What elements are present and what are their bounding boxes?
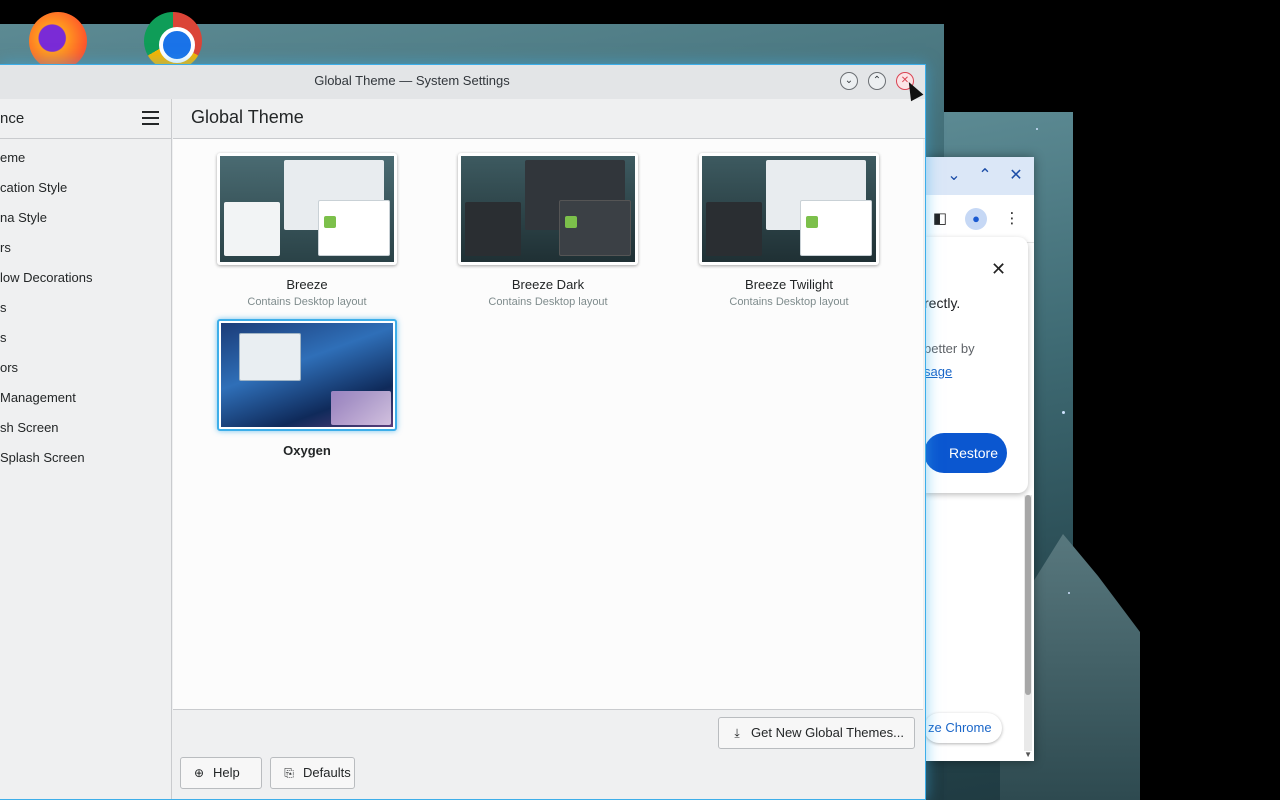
defaults-label: Defaults bbox=[303, 765, 351, 780]
footer: ⤓ Get New Global Themes... ⊕ Help ⎘ Default… bbox=[173, 709, 923, 799]
theme-name: Oxygen bbox=[283, 443, 331, 458]
chrome-window: ⌄ ⌃ ✕ ◧ ● ⋮ ✕ rectly. better by sage Res… bbox=[924, 157, 1034, 761]
chevron-down-icon[interactable]: ⌄ bbox=[942, 164, 966, 188]
sidebar-header-label: nce bbox=[0, 110, 25, 127]
theme-name: Breeze Dark bbox=[511, 277, 585, 292]
profile-icon[interactable]: ● bbox=[965, 208, 987, 230]
window-title: Global Theme — System Settings bbox=[314, 73, 510, 88]
sidebar: nce eme cation Style na Style rs low Dec… bbox=[0, 99, 172, 799]
more-menu-icon[interactable]: ⋮ bbox=[1001, 208, 1023, 230]
theme-grid: Breeze Contains Desktop layout Breeze Da… bbox=[173, 139, 923, 709]
page-title: Global Theme bbox=[191, 107, 304, 127]
sidebar-item-window-decorations[interactable]: low Decorations bbox=[0, 263, 171, 293]
minimize-button[interactable]: ⌄ bbox=[840, 72, 858, 90]
download-icon: ⤓ bbox=[734, 726, 740, 740]
sidebar-item-font-management[interactable]: Management bbox=[0, 383, 171, 413]
sidebar-item-global-theme[interactable]: eme bbox=[0, 143, 171, 173]
theme-card-oxygen[interactable]: Oxygen bbox=[197, 319, 417, 458]
chrome-icon[interactable] bbox=[144, 12, 202, 70]
sidebar-item-application-style[interactable]: cation Style bbox=[0, 173, 171, 203]
main-panel: Global Theme Breeze Contains Desktop lay… bbox=[173, 99, 925, 799]
customize-chrome-button[interactable]: ze Chrome bbox=[924, 713, 1002, 743]
scrollbar-thumb[interactable] bbox=[1025, 495, 1031, 695]
theme-thumbnail bbox=[217, 319, 397, 431]
customize-chrome-label: ze Chrome bbox=[928, 720, 992, 735]
get-new-themes-button[interactable]: ⤓ Get New Global Themes... bbox=[718, 717, 915, 749]
sidebar-item-splash-screen[interactable]: sh Screen bbox=[0, 413, 171, 443]
theme-name: Breeze bbox=[286, 277, 328, 292]
scroll-down-icon[interactable]: ▼ bbox=[1024, 750, 1032, 759]
restore-button[interactable]: Restore bbox=[924, 433, 1007, 473]
sidebar-item-icons[interactable]: s bbox=[0, 323, 171, 353]
scrollbar[interactable] bbox=[1024, 495, 1032, 751]
sidebar-item-colors[interactable]: rs bbox=[0, 233, 171, 263]
popup-message: rectly. bbox=[924, 295, 961, 311]
theme-thumbnail bbox=[217, 153, 397, 265]
restore-button-label: Restore bbox=[948, 445, 999, 461]
theme-thumbnail bbox=[458, 153, 638, 265]
wallpaper-star bbox=[1036, 128, 1038, 130]
chevron-down-icon: ⌄ bbox=[844, 75, 854, 86]
chrome-toolbar: ◧ ● ⋮ bbox=[924, 195, 1034, 243]
theme-subtitle: Contains Desktop layout bbox=[247, 296, 367, 308]
sidebar-item-cursors[interactable]: ors bbox=[0, 353, 171, 383]
theme-card-breeze-dark[interactable]: Breeze Dark Contains Desktop layout bbox=[438, 153, 658, 308]
theme-subtitle: Contains Desktop layout bbox=[488, 296, 608, 308]
wallpaper-star bbox=[1062, 411, 1065, 414]
maximize-button[interactable]: ⌃ bbox=[868, 72, 886, 90]
close-icon[interactable]: ✕ bbox=[1004, 164, 1028, 188]
chevron-up-icon[interactable]: ⌃ bbox=[973, 164, 997, 188]
theme-card-breeze-twilight[interactable]: Breeze Twilight Contains Desktop layout bbox=[679, 153, 899, 308]
theme-subtitle: Contains Desktop layout bbox=[729, 296, 849, 308]
defaults-button[interactable]: ⎘ Defaults bbox=[270, 757, 355, 789]
sidebar-header: nce bbox=[0, 99, 171, 139]
sidebar-list: eme cation Style na Style rs low Decorat… bbox=[0, 143, 171, 473]
side-panel-icon[interactable]: ◧ bbox=[929, 208, 951, 230]
close-icon[interactable]: ✕ bbox=[991, 259, 1006, 280]
theme-thumbnail bbox=[699, 153, 879, 265]
restore-pages-popup: ✕ rectly. better by sage Restore bbox=[924, 237, 1028, 493]
chrome-titlebar: ⌄ ⌃ ✕ bbox=[924, 157, 1034, 195]
document-icon: ⎘ bbox=[284, 766, 294, 780]
help-button[interactable]: ⊕ Help bbox=[180, 757, 262, 789]
chevron-up-icon: ⌃ bbox=[872, 75, 882, 86]
sidebar-item-plasma-style[interactable]: na Style bbox=[0, 203, 171, 233]
wallpaper-star bbox=[1068, 592, 1070, 594]
popup-detail: better by bbox=[924, 341, 975, 356]
firefox-icon[interactable] bbox=[29, 12, 87, 70]
popup-link[interactable]: sage bbox=[924, 364, 952, 379]
help-label: Help bbox=[213, 765, 240, 780]
theme-name: Breeze Twilight bbox=[745, 277, 833, 292]
theme-card-breeze[interactable]: Breeze Contains Desktop layout bbox=[197, 153, 417, 308]
system-settings-window: Global Theme — System Settings ⌄ ⌃ ✕ nce… bbox=[0, 64, 926, 800]
help-icon: ⊕ bbox=[193, 766, 205, 780]
sidebar-item-login-splash-screen[interactable]: Splash Screen bbox=[0, 443, 171, 473]
window-titlebar[interactable]: Global Theme — System Settings ⌄ ⌃ ✕ bbox=[0, 65, 925, 99]
main-header: Global Theme bbox=[173, 99, 925, 139]
hamburger-menu-icon[interactable] bbox=[142, 111, 159, 125]
get-new-themes-label: Get New Global Themes... bbox=[751, 725, 904, 740]
sidebar-item-fonts[interactable]: s bbox=[0, 293, 171, 323]
